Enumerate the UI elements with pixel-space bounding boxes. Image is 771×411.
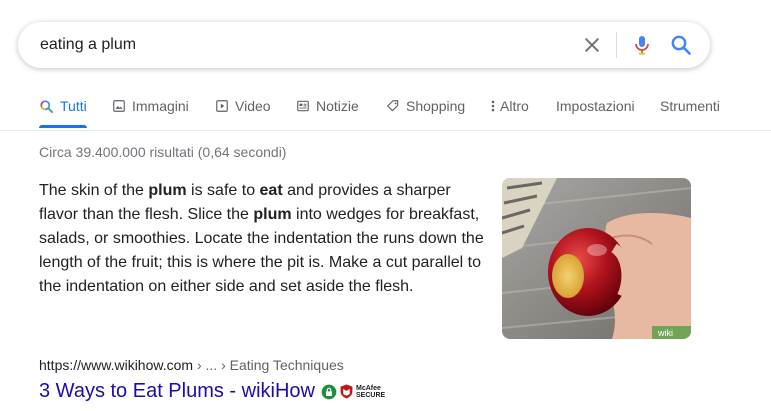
mcafee-shield-icon <box>340 384 353 399</box>
result-title[interactable]: 3 Ways to Eat Plums - wikiHow <box>39 380 315 403</box>
result-url[interactable]: https://www.wikihow.com › ... › Eating T… <box>39 357 344 373</box>
news-icon <box>297 100 309 112</box>
secure-label: SECURE <box>356 391 386 399</box>
tab-more[interactable]: Altro <box>490 98 529 114</box>
secure-lock-icon <box>321 384 337 399</box>
tab-settings[interactable]: Impostazioni <box>556 98 635 114</box>
snippet-highlight: plum <box>253 206 292 223</box>
result-title-link[interactable]: 3 Ways to Eat Plums - wikiHow McAfee SEC… <box>39 380 385 403</box>
tab-video-label: Video <box>235 98 271 114</box>
result-breadcrumb: › ... › Eating Techniques <box>193 357 344 373</box>
snippet-highlight: plum <box>148 182 187 199</box>
wikihow-watermark: wiki <box>657 328 673 338</box>
tab-more-label: Altro <box>500 98 529 114</box>
close-icon[interactable] <box>582 35 602 55</box>
tab-news[interactable]: Notizie <box>296 98 359 114</box>
plum-in-hand-image: wiki <box>502 178 691 339</box>
tab-shopping-label: Shopping <box>406 98 466 114</box>
tab-all[interactable]: Tutti <box>39 98 87 114</box>
result-stats: Circa 39.400.000 risultati (0,64 secondi… <box>39 144 287 160</box>
search-bar[interactable]: eating a plum <box>18 22 710 68</box>
tab-video[interactable]: Video <box>215 98 271 114</box>
search-tabs: Tutti Immagini Video Notizie Shopping Al… <box>0 94 771 131</box>
snippet-thumbnail[interactable]: wiki <box>502 178 691 339</box>
snippet-text-part: is safe to <box>186 182 260 199</box>
snippet-text-part: The skin of the <box>39 182 149 199</box>
mcafee-label: McAfee <box>356 384 381 392</box>
search-icon <box>40 99 53 113</box>
tab-news-label: Notizie <box>316 98 359 114</box>
tab-settings-label: Impostazioni <box>556 98 635 114</box>
tab-shopping[interactable]: Shopping <box>386 98 465 114</box>
tab-tools[interactable]: Strumenti <box>660 98 720 114</box>
snippet-highlight: eat <box>259 182 283 199</box>
video-icon <box>216 100 228 112</box>
active-tab-indicator <box>39 125 87 128</box>
featured-snippet-text: The skin of the plum is safe to eat and … <box>39 179 489 299</box>
search-icon[interactable] <box>669 33 693 57</box>
search-divider <box>616 32 617 58</box>
tab-images-label: Immagini <box>132 98 189 114</box>
security-badges: McAfee SECURE <box>321 384 385 400</box>
tab-all-label: Tutti <box>60 98 87 114</box>
mcafee-secure-label: McAfee SECURE <box>356 385 385 399</box>
result-domain: https://www.wikihow.com <box>39 357 194 373</box>
tag-icon <box>387 100 399 112</box>
mic-icon[interactable] <box>630 33 654 57</box>
tab-images[interactable]: Immagini <box>112 98 189 114</box>
image-icon <box>113 100 125 112</box>
more-vert-icon <box>491 100 495 112</box>
tab-tools-label: Strumenti <box>660 98 720 114</box>
search-input[interactable]: eating a plum <box>40 36 136 54</box>
